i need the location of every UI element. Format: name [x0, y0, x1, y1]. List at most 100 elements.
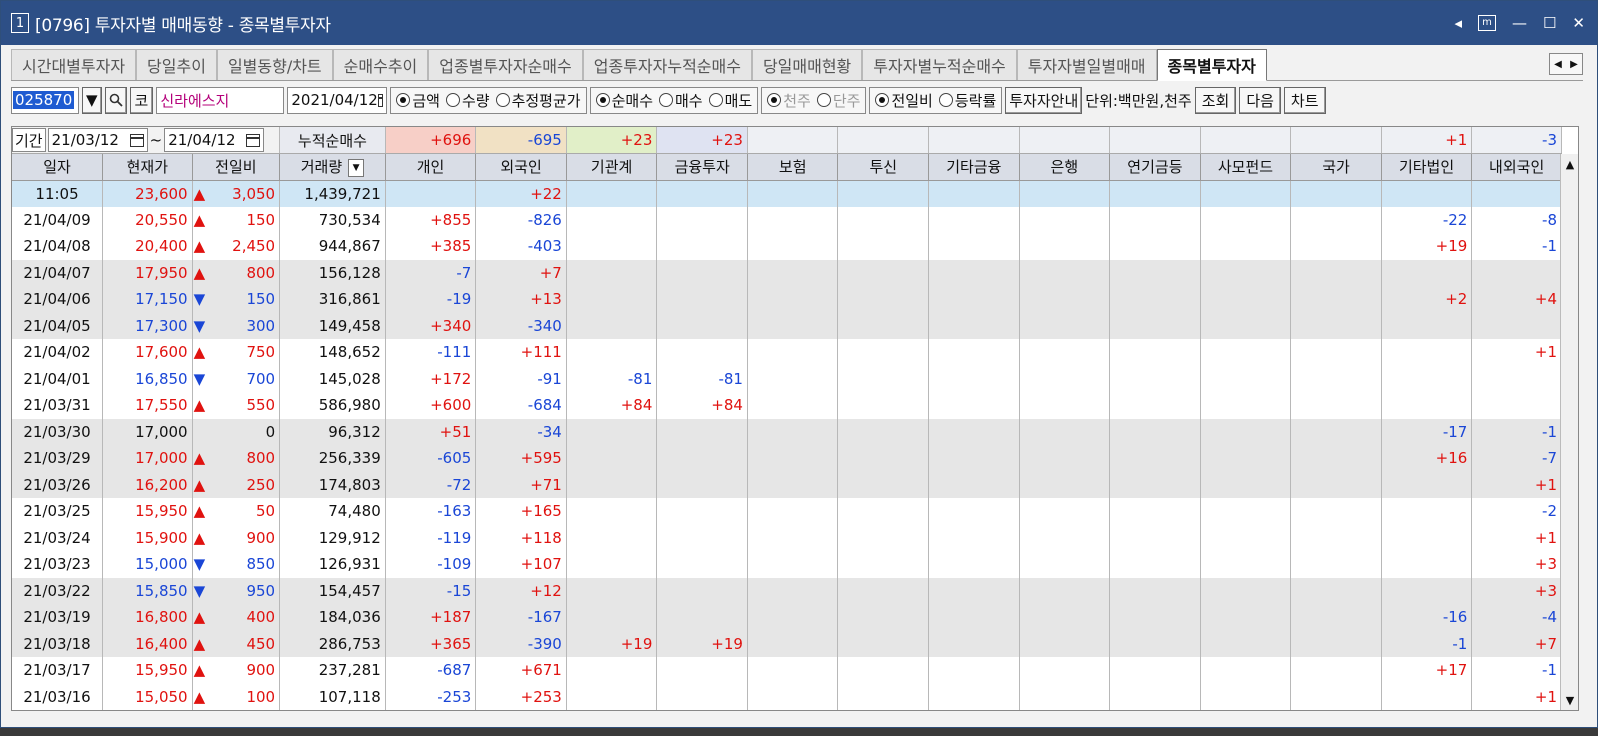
radio1-option-2[interactable]: 수량: [445, 90, 490, 111]
tab-10[interactable]: 종목별투자자: [1156, 49, 1267, 81]
table-row[interactable]: 21/03/19 16,800 ▲ 400 184,036 +187 -167 -16 -4: [12, 604, 1562, 631]
column-header[interactable]: 외국인: [475, 153, 567, 181]
column-header[interactable]: 일자: [12, 153, 104, 181]
table-row[interactable]: 21/03/29 17,000 ▲ 800 256,339 -605 +595 +16 -7: [12, 445, 1562, 472]
column-header[interactable]: 금융투자: [656, 153, 748, 181]
radio-icon[interactable]: [495, 93, 510, 107]
date-input[interactable]: 2021/04/12: [287, 86, 388, 114]
investor-value-cell: [1200, 339, 1292, 366]
column-header[interactable]: 은행: [1019, 153, 1111, 181]
calendar-icon[interactable]: [377, 93, 384, 107]
scroll-up-icon[interactable]: ▲: [1561, 154, 1579, 174]
radio4-option-1[interactable]: 전일비: [875, 90, 933, 111]
radio-icon[interactable]: [595, 93, 610, 107]
table-row[interactable]: 21/03/25 15,950 ▲ 50 74,480 -163 +165 -2: [12, 498, 1562, 525]
table-row[interactable]: 21/03/31 17,550 ▲ 550 586,980 +600 -684 +84 +84: [12, 392, 1562, 419]
tab-3[interactable]: 일별동향/차트: [216, 49, 333, 80]
tab-scroll[interactable]: ◀ ▶: [1549, 53, 1583, 75]
radio1-option-1[interactable]: 금액: [396, 90, 440, 111]
column-header[interactable]: 개인: [385, 153, 477, 181]
change-cell: 2,450: [206, 233, 281, 260]
table-row[interactable]: 21/04/07 17,950 ▲ 800 156,128 -7 +7: [12, 259, 1562, 286]
stock-name-field[interactable]: 신라에스지: [156, 86, 285, 114]
column-header[interactable]: 기타법인: [1381, 153, 1473, 181]
radio-icon[interactable]: [445, 93, 460, 107]
stock-code-input[interactable]: 025870: [11, 86, 79, 114]
table-row[interactable]: 21/04/02 17,600 ▲ 750 148,652 -111 +111 +1: [12, 339, 1562, 366]
market-button[interactable]: 코: [129, 86, 154, 114]
chart-button[interactable]: 차트: [1283, 86, 1326, 114]
table-row[interactable]: 21/04/08 20,400 ▲ 2,450 944,867 +385 -403 +19 -1: [12, 233, 1562, 260]
tab-prev-icon[interactable]: ◀: [1550, 54, 1566, 74]
calendar-icon[interactable]: [246, 133, 261, 147]
radio3-option-1[interactable]: 천주: [767, 90, 811, 111]
radio2-option-3[interactable]: 매도: [708, 90, 752, 111]
memo-icon[interactable]: m: [1477, 15, 1496, 31]
tab-9[interactable]: 투자자별일별매매: [1016, 49, 1157, 80]
radio1-option-3[interactable]: 추정평균가: [495, 90, 581, 111]
column-header[interactable]: 기타금융: [928, 153, 1020, 181]
next-button[interactable]: 다음: [1239, 86, 1281, 114]
radio2-option-2[interactable]: 매수: [659, 90, 703, 111]
radio-icon[interactable]: [938, 93, 953, 107]
tab-2[interactable]: 당일추이: [136, 49, 217, 80]
investor-guide-button[interactable]: 투자자안내: [1005, 86, 1083, 114]
column-header[interactable]: 거래량 ▼: [279, 153, 386, 181]
query-button[interactable]: 조회: [1194, 86, 1237, 114]
table-row[interactable]: 21/03/22 15,850 ▼ 950 154,457 -15 +12 +3: [12, 577, 1562, 604]
table-row[interactable]: 21/04/09 20,550 ▲ 150 730,534 +855 -826 -22 -8: [12, 206, 1562, 233]
left-arrow-icon[interactable]: ◂: [1454, 14, 1462, 32]
title-bar[interactable]: 1 [0796] 투자자별 매매동향 - 종목별투자자 ◂ m — ☐ ✕: [1, 1, 1597, 45]
vertical-scrollbar[interactable]: ▲ ▼: [1560, 154, 1578, 710]
scroll-down-icon[interactable]: ▼: [1561, 690, 1579, 710]
table-row[interactable]: 21/03/24 15,900 ▲ 900 129,912 -119 +118 +1: [12, 524, 1562, 551]
table-row[interactable]: 21/03/23 15,000 ▼ 850 126,931 -109 +107 +3: [12, 551, 1562, 578]
table-row[interactable]: 21/03/17 15,950 ▲ 900 237,281 -687 +671 +17 -1: [12, 657, 1562, 684]
column-header[interactable]: 내외국인: [1471, 153, 1562, 181]
table-row[interactable]: 21/04/06 17,150 ▼ 150 316,861 -19 +13 +2 +4: [12, 286, 1562, 313]
table-row[interactable]: 11:05 23,600 ▲ 3,050 1,439,721 +22: [12, 180, 1562, 207]
column-header[interactable]: 투신: [837, 153, 930, 181]
column-header[interactable]: 전일비: [192, 153, 281, 181]
tab-8[interactable]: 투자자별누적순매수: [862, 49, 1017, 80]
table-row[interactable]: 21/04/05 17,300 ▼ 300 149,458 +340 -340: [12, 312, 1562, 339]
period-to-input[interactable]: 21/04/12: [164, 128, 265, 152]
tab-4[interactable]: 순매수추이: [332, 49, 429, 80]
calendar-icon[interactable]: [129, 133, 144, 147]
column-header[interactable]: 연기금등: [1109, 153, 1201, 181]
period-from-input[interactable]: 21/03/12: [47, 128, 148, 152]
radio-icon[interactable]: [659, 93, 673, 107]
code-dropdown-icon[interactable]: ▼: [82, 86, 102, 114]
tab-5[interactable]: 업종별투자자순매수: [428, 49, 583, 80]
tab-6[interactable]: 업종투자자누적순매수: [582, 49, 752, 80]
radio2-option-1[interactable]: 순매수: [595, 90, 653, 111]
column-header[interactable]: 사모펀드: [1200, 153, 1292, 181]
tab-1[interactable]: 시간대별투자자: [11, 49, 137, 80]
investor-value-cell: [1381, 498, 1473, 525]
maximize-icon[interactable]: ☐: [1543, 14, 1556, 32]
table-row[interactable]: 21/04/01 16,850 ▼ 700 145,028 +172 -91 -81 -81: [12, 365, 1562, 392]
table-row[interactable]: 21/03/18 16,400 ▲ 450 286,753 +365 -390 +19 +19-…: [12, 630, 1562, 657]
volume-dropdown-icon[interactable]: ▼: [348, 158, 365, 177]
investor-value-cell: [837, 206, 930, 233]
table-row[interactable]: 21/03/26 16,200 ▲ 250 174,803 -72 +71 +1: [12, 471, 1562, 498]
radio3-option-2[interactable]: 단주: [816, 90, 860, 111]
radio4-option-2[interactable]: 등락률: [938, 90, 996, 111]
tab-7[interactable]: 당일매매현황: [751, 49, 863, 80]
column-header[interactable]: 보험: [747, 153, 839, 181]
radio-icon[interactable]: [816, 93, 831, 107]
radio-icon[interactable]: [875, 93, 890, 107]
tab-next-icon[interactable]: ▶: [1566, 54, 1582, 74]
investor-value-cell: -1: [1471, 233, 1562, 260]
table-row[interactable]: 21/03/30 17,000 0 96,312 +51 -34 -17 -1: [12, 418, 1562, 445]
table-row[interactable]: 21/03/16 15,050 ▲ 100 107,118 -253 +253 +1: [12, 683, 1562, 710]
close-icon[interactable]: ✕: [1572, 14, 1585, 32]
radio-icon[interactable]: [767, 93, 782, 107]
radio-icon[interactable]: [708, 93, 723, 107]
column-header[interactable]: 기관계: [566, 153, 658, 181]
column-header[interactable]: 국가: [1290, 153, 1382, 181]
minimize-icon[interactable]: —: [1512, 14, 1527, 32]
radio-icon[interactable]: [396, 93, 411, 107]
search-icon[interactable]: [104, 86, 127, 114]
column-header[interactable]: 현재가: [102, 153, 193, 181]
